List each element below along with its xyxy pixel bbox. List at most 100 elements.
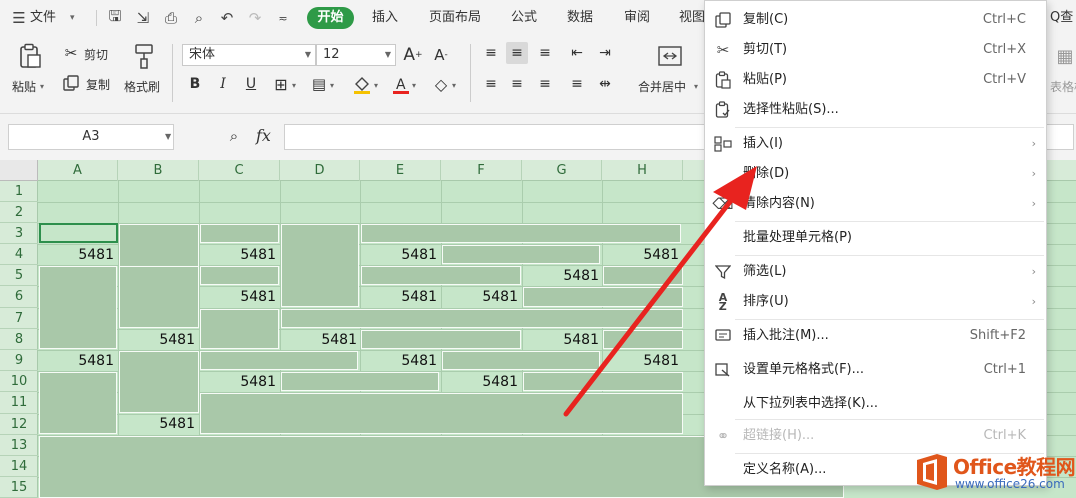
- row-header-15[interactable]: 15: [0, 477, 38, 498]
- merged-cell[interactable]: [281, 309, 683, 328]
- column-header-b[interactable]: B: [118, 160, 199, 181]
- search-button[interactable]: Q查: [1050, 0, 1073, 36]
- menu-item-clear-contents[interactable]: ⌫ 清除内容(N) ›: [705, 189, 1046, 219]
- column-header-h[interactable]: H: [602, 160, 683, 181]
- align-top-icon[interactable]: ≡: [480, 42, 502, 64]
- merged-cell[interactable]: [603, 330, 683, 349]
- menu-item-cut[interactable]: ✂ 剪切(T) Ctrl+X: [705, 35, 1046, 65]
- merged-cell[interactable]: [200, 351, 358, 370]
- merged-cell[interactable]: [281, 224, 359, 307]
- merged-cell[interactable]: [200, 224, 279, 243]
- menu-item-hyperlink[interactable]: ⚭ 超链接(H)... Ctrl+K: [705, 421, 1046, 451]
- column-header-f[interactable]: F: [441, 160, 522, 181]
- font-color-icon[interactable]: A: [390, 74, 412, 96]
- decrease-font-icon[interactable]: A-: [430, 44, 452, 66]
- merged-cell[interactable]: [39, 266, 117, 349]
- distributed-icon[interactable]: ⇹: [594, 73, 616, 95]
- fx-button[interactable]: fx: [256, 126, 271, 145]
- font-color-arrow-icon[interactable]: ▾: [412, 81, 416, 90]
- cell-style-icon[interactable]: ▤: [308, 73, 330, 95]
- clear-format-arrow-icon[interactable]: ▾: [452, 81, 456, 90]
- indent-increase-icon[interactable]: ⇥: [594, 42, 616, 64]
- merged-cell[interactable]: [603, 266, 683, 285]
- align-left-icon[interactable]: ≡: [480, 73, 502, 95]
- active-cell[interactable]: [39, 223, 118, 243]
- chevron-down-icon[interactable]: ▼: [165, 132, 171, 141]
- redo-icon[interactable]: ↷: [246, 9, 264, 27]
- row-header-13[interactable]: 13: [0, 435, 38, 456]
- cut-button[interactable]: 剪切: [84, 46, 108, 63]
- menu-item-filter[interactable]: 筛选(L) ›: [705, 257, 1046, 287]
- merged-cell[interactable]: [523, 287, 683, 307]
- cell-style-arrow-icon[interactable]: ▾: [330, 81, 334, 90]
- row-header-14[interactable]: 14: [0, 456, 38, 477]
- merged-cell[interactable]: [200, 309, 279, 349]
- row-header-5[interactable]: 5: [0, 265, 38, 286]
- underline-icon[interactable]: U: [240, 73, 262, 95]
- scissors-icon[interactable]: ✂: [62, 44, 80, 62]
- fill-color-arrow-icon[interactable]: ▾: [374, 81, 378, 90]
- print-icon[interactable]: ⎙: [162, 9, 180, 27]
- merged-cell[interactable]: [442, 351, 600, 370]
- indent-decrease-icon[interactable]: ⇤: [566, 42, 588, 64]
- paste-arrow-icon[interactable]: ▾: [40, 82, 44, 91]
- undo-icon[interactable]: ↶: [218, 9, 236, 27]
- menu-item-paste[interactable]: 粘贴(P) Ctrl+V: [705, 65, 1046, 95]
- export-pdf-icon[interactable]: ⇲: [134, 9, 152, 27]
- row-header-2[interactable]: 2: [0, 202, 38, 223]
- copy-button[interactable]: 复制: [86, 76, 110, 93]
- customize-toolbar-icon[interactable]: ≂: [274, 9, 292, 27]
- format-painter-button[interactable]: 格式刷: [124, 78, 160, 95]
- merge-arrow-icon[interactable]: ▾: [694, 82, 698, 91]
- row-header-11[interactable]: 11: [0, 392, 38, 414]
- merged-cell[interactable]: [361, 330, 521, 349]
- increase-font-icon[interactable]: A +: [402, 44, 424, 66]
- font-name-select[interactable]: 宋体 ▼: [182, 44, 316, 66]
- menu-item-delete[interactable]: 删除(D) ›: [705, 159, 1046, 189]
- merged-cell[interactable]: [119, 266, 199, 328]
- file-menu-arrow-icon[interactable]: ▾: [70, 0, 75, 36]
- merged-cell[interactable]: [442, 245, 600, 264]
- menu-item-format-cells[interactable]: 设置单元格格式(F)... Ctrl+1: [705, 355, 1046, 385]
- merge-center-button[interactable]: 合并居中: [638, 78, 686, 95]
- merged-cell[interactable]: [200, 266, 279, 285]
- paste-button[interactable]: 粘贴: [12, 78, 36, 95]
- clear-format-icon[interactable]: ◇: [430, 73, 452, 95]
- tab-formulas[interactable]: 公式: [511, 0, 537, 36]
- table-style-button[interactable]: 表格样: [1050, 78, 1076, 95]
- menu-item-copy[interactable]: 复制(C) Ctrl+C: [705, 5, 1046, 35]
- format-painter-icon[interactable]: [130, 42, 158, 70]
- row-header-7[interactable]: 7: [0, 308, 38, 329]
- row-header-3[interactable]: 3: [0, 223, 38, 244]
- paste-icon[interactable]: [14, 42, 46, 70]
- column-header-c[interactable]: C: [199, 160, 280, 181]
- row-header-4[interactable]: 4: [0, 244, 38, 265]
- row-header-1[interactable]: 1: [0, 181, 38, 202]
- italic-icon[interactable]: I: [212, 73, 234, 95]
- tab-review[interactable]: 审阅: [624, 0, 650, 36]
- tab-start[interactable]: 开始: [307, 7, 354, 29]
- merged-cell[interactable]: [361, 266, 521, 285]
- menu-item-paste-special[interactable]: 选择性粘贴(S)...: [705, 95, 1046, 125]
- tab-data[interactable]: 数据: [567, 0, 593, 36]
- menu-item-insert[interactable]: 插入(I) ›: [705, 129, 1046, 159]
- border-arrow-icon[interactable]: ▾: [292, 81, 296, 90]
- column-header-d[interactable]: D: [280, 160, 360, 181]
- copy-icon[interactable]: [62, 74, 80, 92]
- menu-item-sort[interactable]: AZ 排序(U) ›: [705, 287, 1046, 317]
- align-middle-icon[interactable]: ≡: [506, 42, 528, 64]
- column-header-e[interactable]: E: [360, 160, 441, 181]
- file-menu[interactable]: 文件: [30, 0, 56, 36]
- column-header-a[interactable]: A: [38, 160, 118, 181]
- row-header-10[interactable]: 10: [0, 371, 38, 392]
- column-header-g[interactable]: G: [522, 160, 602, 181]
- align-center-icon[interactable]: ≡: [506, 73, 528, 95]
- merged-cell[interactable]: [281, 372, 439, 391]
- row-header-6[interactable]: 6: [0, 286, 38, 308]
- tab-page-layout[interactable]: 页面布局: [429, 0, 481, 36]
- print-preview-icon[interactable]: ⌕: [190, 9, 208, 27]
- border-icon[interactable]: ⊞: [270, 73, 292, 95]
- table-style-icon[interactable]: ▦: [1054, 44, 1076, 68]
- select-all-corner[interactable]: [0, 160, 38, 181]
- row-header-9[interactable]: 9: [0, 350, 38, 371]
